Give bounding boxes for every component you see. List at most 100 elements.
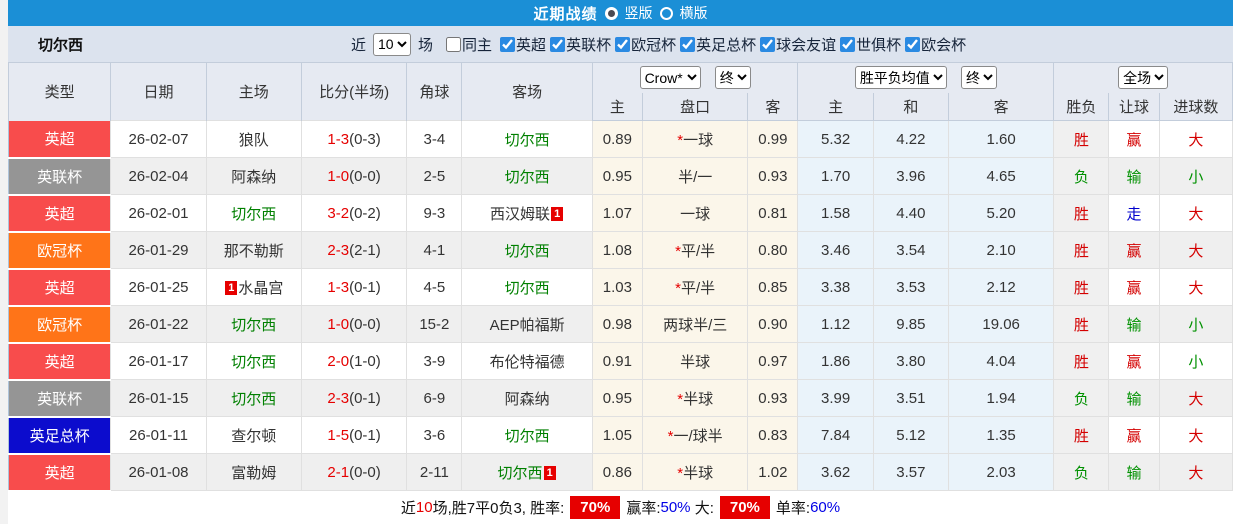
table-row: 英超 26-02-07 狼队 1-3(0-3) 3-4 切尔西 0.89 *一球 0.99 5.3… [7, 120, 1233, 159]
home-team: 富勒姆 [205, 453, 302, 491]
filter-checkbox-label: 欧会杯 [921, 36, 967, 54]
handicap-result-cell: 赢 [1108, 268, 1160, 306]
match-results-table: 类型 日期 主场 比分(半场) 角球 客场 Crow* 终 胜平负均值 终 全场 [7, 62, 1233, 492]
goals-result-cell: 大 [1158, 379, 1233, 417]
filter-checkbox[interactable] [760, 36, 776, 52]
handicap-text: 一球 [683, 131, 714, 149]
score: 3-2(0-2) [300, 194, 408, 232]
corner-count: 3-9 [406, 342, 463, 380]
score: 2-1(0-0) [300, 453, 408, 491]
handicap-line: 半球 [641, 342, 749, 380]
table-row: 英足总杯 26-01-11 查尔顿 1-5(0-1) 3-6 切尔西 1.05 *一/球半 0.… [7, 416, 1233, 455]
result-cell: 胜 [1053, 120, 1110, 158]
filter-checkbox-item[interactable]: 欧冠杯 [615, 34, 676, 55]
half-time-score: (0-0) [349, 463, 381, 481]
euro-home-odds: 3.38 [797, 268, 874, 306]
filter-checkbox[interactable] [680, 36, 696, 52]
away-team: 切尔西 [461, 268, 593, 306]
red-card-badge: 1 [543, 465, 556, 480]
filter-checkbox[interactable] [840, 36, 856, 52]
bookmaker-select[interactable]: Crow* [639, 66, 701, 90]
euro-home-odds: 1.12 [797, 305, 874, 343]
summary-footer: 近 10 场,胜7平0负3, 胜率: 70% 赢率: 50% 大: 70% 单率: 60… [8, 491, 1233, 524]
team-name: 切尔西 [497, 464, 543, 482]
scope-select[interactable]: 全场 [1118, 66, 1169, 90]
filter-checkbox-label: 欧冠杯 [631, 36, 677, 54]
full-time-score: 2-1 [327, 463, 350, 481]
win-rate-badge: 70% [570, 496, 621, 519]
home-team: 阿森纳 [205, 157, 302, 195]
recent-suffix: 场 [418, 36, 434, 54]
europe-period-select[interactable]: 终 [960, 66, 997, 90]
home-team: 切尔西 [205, 305, 302, 343]
team-name: 切尔西 [231, 316, 277, 334]
corner-count: 4-5 [406, 268, 463, 306]
horizontal-layout-radio[interactable] [659, 6, 673, 20]
team-name: 切尔西 [504, 427, 550, 445]
table-row: 英超 26-01-17 切尔西 2-0(1-0) 3-9 布伦特福德 0.91 半球 0.97 1… [7, 342, 1233, 381]
team-name: 切尔西 [231, 205, 277, 223]
asian-odds-header: Crow* 终 [591, 62, 799, 93]
result-cell: 胜 [1053, 268, 1110, 306]
filter-checkbox-item[interactable]: 世俱杯 [840, 34, 901, 55]
filter-checkbox-item[interactable]: 欧会杯 [905, 34, 966, 55]
asian-home-odds: 1.08 [591, 231, 643, 269]
asian-home-odds: 0.91 [591, 342, 643, 380]
euro-draw-odds: 3.80 [872, 342, 949, 380]
team-name: AEP帕福斯 [489, 316, 565, 334]
filter-checkbox[interactable] [446, 36, 462, 52]
euro-away-odds: 4.65 [947, 157, 1055, 195]
filter-checkbox[interactable] [905, 36, 921, 52]
big-rate-badge: 70% [719, 496, 770, 519]
filter-checkbox[interactable] [550, 36, 566, 52]
euro-draw-odds: 5.12 [872, 416, 949, 454]
filter-checkbox-label: 同主 [462, 36, 493, 54]
asian-away-odds: 0.80 [747, 231, 799, 269]
score: 1-3(0-1) [300, 268, 408, 306]
recent-count-select[interactable]: 10 [373, 32, 412, 56]
asian-period-select[interactable]: 终 [714, 66, 751, 90]
team-name: 切尔西 [504, 131, 550, 149]
goals-result-cell: 小 [1158, 157, 1233, 195]
recent-label: 近 [351, 36, 367, 54]
europe-odds-header: 胜平负均值 终 [797, 62, 1055, 93]
team-name: 布伦特福德 [489, 353, 565, 371]
col-header-euro-away: 客 [947, 92, 1055, 121]
full-time-score: 3-2 [327, 204, 350, 222]
table-row: 英超 26-02-01 切尔西 3-2(0-2) 9-3 西汉姆联 1 1.07 一球 0.81 1… [7, 194, 1233, 233]
handicap-result-cell: 输 [1108, 453, 1160, 491]
filter-checkbox-item[interactable]: 英足总杯 [680, 34, 756, 55]
asian-away-odds: 0.85 [747, 268, 799, 306]
handicap-result-cell: 走 [1108, 194, 1160, 232]
filter-checkbox-item[interactable]: 同主 [446, 34, 492, 55]
filter-checkbox-item[interactable]: 英联杯 [550, 34, 611, 55]
result-cell: 胜 [1053, 416, 1110, 454]
euro-away-odds: 1.94 [947, 379, 1055, 417]
home-team: 那不勒斯 [205, 231, 302, 269]
handicap-line: 一球 [641, 194, 749, 232]
col-header-goals: 进球数 [1158, 92, 1233, 121]
euro-home-odds: 5.32 [797, 120, 874, 158]
vertical-layout-radio[interactable] [604, 6, 618, 20]
euro-home-odds: 1.58 [797, 194, 874, 232]
filter-checkbox[interactable] [615, 36, 631, 52]
competition-type-badge: 英超 [7, 268, 112, 307]
header-selects-row: 类型 日期 主场 比分(半场) 角球 客场 Crow* 终 胜平负均值 终 全场 [7, 62, 1233, 121]
filter-checkbox-item[interactable]: 英超 [500, 34, 546, 55]
score: 2-3(2-1) [300, 231, 408, 269]
goals-result-cell: 小 [1158, 342, 1233, 380]
asian-away-odds: 0.99 [747, 120, 799, 158]
full-time-score: 2-3 [327, 389, 350, 407]
corner-count: 3-4 [406, 120, 463, 158]
single-rate-label: 单率: [775, 500, 811, 517]
filter-checkbox[interactable] [500, 36, 516, 52]
euro-away-odds: 2.03 [947, 453, 1055, 491]
col-header-corner: 角球 [406, 62, 463, 121]
euro-away-odds: 19.06 [947, 305, 1055, 343]
filter-checkbox-item[interactable]: 球会友谊 [760, 34, 836, 55]
single-rate-value: 60% [810, 499, 841, 516]
europe-odds-select[interactable]: 胜平负均值 [854, 66, 947, 90]
match-date: 26-01-22 [110, 305, 207, 343]
col-header-result: 胜负 [1053, 92, 1110, 121]
table-row: 欧冠杯 26-01-22 切尔西 1-0(0-0) 15-2 AEP帕福斯 0.98 两球半/… [7, 305, 1233, 344]
